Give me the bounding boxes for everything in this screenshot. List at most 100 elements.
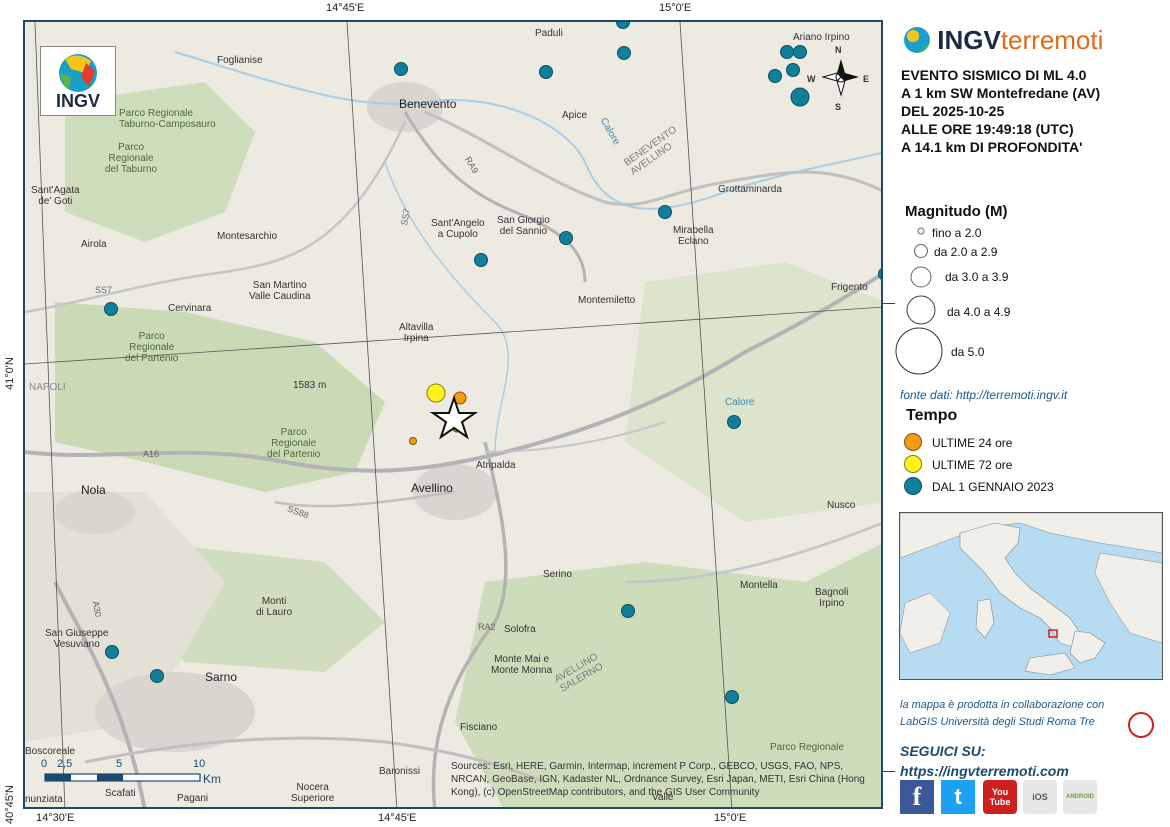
italy-inset-map [899,512,1163,680]
ingv-terremoti-brand[interactable]: INGVterremoti [904,25,1103,56]
time-legend-item: DAL 1 GENNAIO 2023 [932,480,1054,494]
compass-w-label: W [807,74,816,84]
scale-label: 5 [116,758,123,770]
place-label: Montella [740,580,778,591]
road-label: A16 [143,449,160,459]
event-line: DEL 2025-10-25 [901,103,1005,119]
scale-label: 2,5 [57,758,73,770]
grid-label-top: 14°45'E [326,2,365,14]
event-line: ALLE ORE 19:49:18 (UTC) [901,121,1074,137]
event-marker-72h [426,383,446,403]
place-label: Frigento [831,282,868,293]
italy-inset-canvas [900,513,1162,676]
park-label: Parco Regionale [770,742,844,753]
scale-unit: Km [203,772,221,786]
magnitude-legend-circles [895,227,943,375]
android-app-icon[interactable]: ANDROID [1063,780,1097,814]
collab-line: LabGIS Università degli Studi Roma Tre [900,716,1095,728]
youtube-icon[interactable]: You Tube [983,780,1017,814]
place-label: Ariano Irpino [793,32,850,43]
place-label: Montesarchio [217,231,278,242]
ingv-logo-text: INGV [55,91,100,111]
time-legend-item: ULTIME 24 ore [932,436,1013,450]
place-label: Nocera Superiore [291,782,335,804]
time-legend-item: ULTIME 72 ore [932,458,1013,472]
place-label: Montemiletto [578,295,636,306]
place-label: Sant'Angelo a Cupolo [431,218,485,240]
river-sabato [384,161,510,453]
place-label: Scafati [105,788,136,799]
collaboration-note: la mappa è prodotta in collaborazione co… [900,697,1104,731]
magnitude-legend-item: da 2.0 a 2.9 [934,245,998,259]
grid-label-left: 41°0'N [4,357,16,390]
place-label: Altavilla Irpina [399,322,434,344]
map-attribution: Sources: Esri, HERE, Garmin, Intermap, i… [451,761,865,798]
time-legend-title: Tempo [906,407,958,424]
compass-n-label: N [835,45,842,55]
ingv-brand-globe-icon [904,27,930,53]
event-marker-2023 [394,62,408,76]
place-label: Atripalda [476,460,516,471]
follow-url[interactable]: https://ingvterremoti.com [900,761,1069,781]
map-canvas [25,22,881,807]
park-label: Parco Regionale del Taburno [105,142,158,175]
park-label: Parco Regionale Taburno-Camposauro [119,108,216,130]
event-line: EVENTO SISMICO DI ML 4.0 [901,67,1087,83]
place-label: Cervinara [168,303,212,314]
map-view[interactable]: INGV Benevento Avellino Nola Sarno Fogli… [23,20,883,809]
follow-title: SEGUICI SU: [900,743,986,759]
place-label: Monti di Lauro [256,596,293,618]
place-label: San Giorgio del Sannio [497,215,550,237]
place-label: Baronissi [379,766,421,777]
place-label: Foglianise [217,55,263,66]
scale-label: 0 [41,758,48,770]
place-label: Monte Mai e Monte Monna [491,654,553,676]
event-marker-2023 [539,65,553,79]
brand-ingv: INGV [937,25,1001,55]
event-marker-2023 [725,690,739,704]
event-line: A 14.1 km DI PROFONDITA' [901,139,1083,155]
follow-block: SEGUICI SU: https://ingvterremoti.com [900,741,1069,781]
event-marker-2023 [780,45,794,59]
data-source-link[interactable]: fonte dati: http://terremoti.ingv.it [900,388,1067,402]
magnitude-legend-item: da 4.0 a 4.9 [947,305,1011,319]
ios-app-icon[interactable]: iOS [1023,780,1057,814]
relief-partenio [55,302,385,492]
event-marker-2023 [790,87,810,107]
event-marker-2023 [793,45,807,59]
place-label: Boscoreale [25,746,76,757]
park-label: Parco Regionale del Partenio [267,427,321,460]
place-label: Nusco [827,500,856,511]
road-ra9 [403,111,587,283]
event-line: A 1 km SW Montefredane (AV) [901,85,1101,101]
grid-label-bottom: 15°0'E [714,812,747,824]
event-marker-2023 [878,268,881,280]
park-label: Parco Regionale del Partenio [125,331,179,364]
place-label: Solofra [504,624,536,635]
grid-label-left: 40°45'N [4,785,16,824]
magnitude-legend-title: Magnitudo (M) [905,203,1008,220]
place-label: Paduli [535,28,563,39]
place-label: Mirabella Eclano [673,225,714,247]
legend-72h-dot [904,455,922,473]
event-marker-2023 [658,205,672,219]
scale-bar [44,773,201,782]
event-marker-2023 [474,253,488,267]
event-marker-2023 [727,415,741,429]
event-marker-2023 [768,69,782,83]
place-label: Benevento [399,97,457,111]
event-marker-2023 [150,669,164,683]
place-label: Sant'Agata de' Goti [31,185,80,207]
compass-e-label: E [863,74,870,84]
grid-tick [883,303,895,304]
twitter-icon[interactable]: t [941,780,975,814]
compass-rose-icon [821,59,859,97]
relief-east [625,262,881,522]
grid-label-top: 15°0'E [659,2,692,14]
place-label: Airola [81,239,107,250]
event-marker-2023 [786,63,800,77]
road-label: RA2 [478,622,496,632]
facebook-icon[interactable]: f [900,780,934,814]
place-label: nunziata [25,794,63,805]
scale-label: 10 [193,758,206,770]
